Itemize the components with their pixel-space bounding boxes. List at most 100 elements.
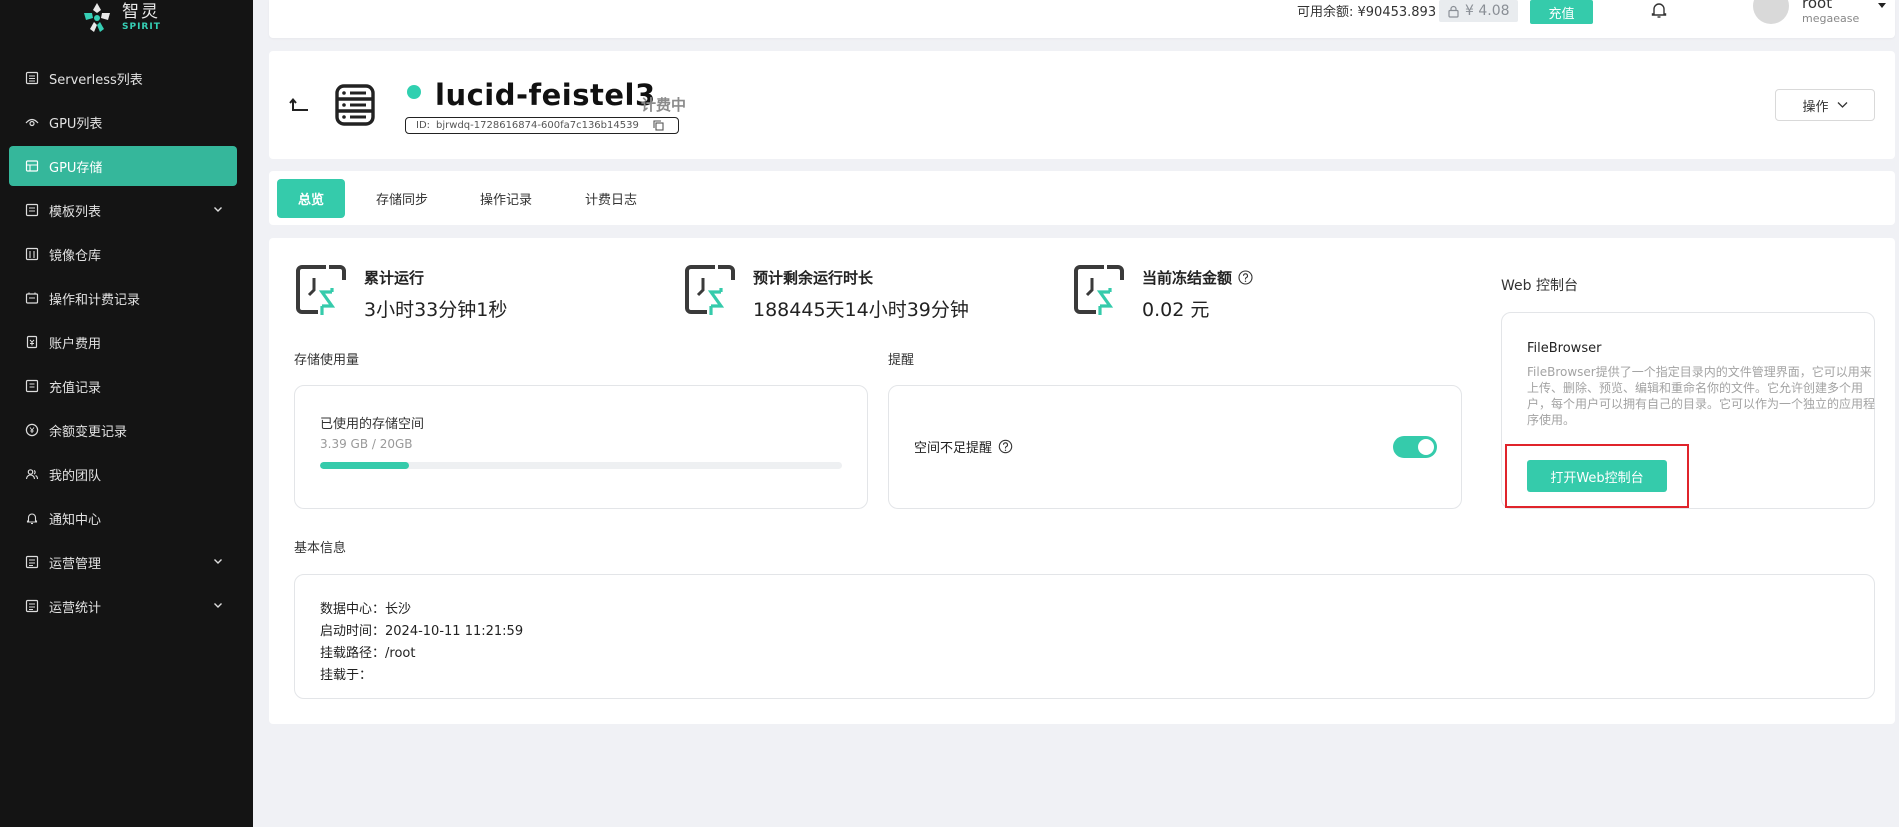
sidebar-item-my-team[interactable]: 我的团队 (9, 454, 237, 494)
storage-used-value: 3.39 GB / 20GB (320, 437, 413, 451)
status-dot (407, 85, 421, 99)
avatar[interactable] (1753, 0, 1789, 24)
sidebar-item-label: GPU列表 (49, 116, 103, 132)
ops-icon (25, 555, 39, 569)
web-console-title: Web 控制台 (1501, 278, 1578, 294)
sidebar-item-label: 我的团队 (49, 468, 102, 484)
sidebar-item-gpu-list[interactable]: GPU列表 (9, 102, 237, 142)
sidebar-item-ops-billing[interactable]: 操作和计费记录 (9, 278, 237, 318)
sidebar-item-label: 通知中心 (49, 512, 102, 528)
info-key: 数据中心： (320, 602, 386, 617)
reminder-title: 提醒 (888, 353, 915, 368)
info-row-datacenter: 数据中心： 长沙 (320, 599, 523, 621)
frozen-amount-icon (1074, 265, 1124, 315)
sidebar-item-templates[interactable]: 模板列表 (9, 190, 237, 230)
recharge-button[interactable]: 充值 (1530, 0, 1593, 24)
info-key: 挂载路径： (320, 646, 386, 661)
logo[interactable]: 智灵 SPIRIT (80, 0, 161, 36)
toggle-knob (1418, 439, 1434, 455)
user-org: megaease (1802, 12, 1860, 25)
server-icon (335, 84, 375, 126)
tab-billing-log[interactable]: 计费日志 (576, 179, 646, 218)
image-repo-icon (25, 247, 39, 261)
tab-operation-records[interactable]: 操作记录 (471, 179, 541, 218)
sidebar-item-notifications[interactable]: 通知中心 (9, 498, 237, 538)
sidebar-item-label: 账户费用 (49, 336, 102, 352)
frozen-amount-badge: ¥ 4.08 (1439, 0, 1518, 22)
tab-bar: 总览 存储同步 操作记录 计费日志 (269, 171, 1895, 225)
filebrowser-description: FileBrowser提供了一个指定目录内的文件管理界面，它可以用来上传、删除、… (1527, 365, 1876, 427)
available-balance: 可用余额: ¥90453.893 (1297, 5, 1437, 20)
notification-bell-icon[interactable] (1649, 0, 1669, 20)
runtime-icon (296, 265, 346, 315)
template-icon (25, 203, 39, 217)
sidebar-item-gpu-storage[interactable]: GPU存储 (9, 146, 237, 186)
help-icon[interactable] (1238, 270, 1253, 285)
copy-icon[interactable] (653, 120, 664, 131)
lock-icon (1448, 5, 1459, 18)
storage-progress-bar (320, 462, 842, 469)
sidebar-item-label: 镜像仓库 (49, 248, 102, 264)
list-icon (25, 71, 39, 85)
low-space-reminder-toggle[interactable] (1393, 436, 1437, 458)
low-space-reminder: 空间不足提醒 (914, 437, 1013, 456)
sidebar-item-label: 运营管理 (49, 556, 102, 572)
tab-storage-sync[interactable]: 存储同步 (367, 179, 437, 218)
sidebar-item-label: GPU存储 (49, 160, 103, 176)
sidebar-item-ops-management[interactable]: 运营管理 (9, 542, 237, 582)
instance-name: lucid-feistel3 (435, 78, 656, 112)
sidebar-item-balance-changes[interactable]: 余额变更记录 (9, 410, 237, 450)
stat-label-text: 当前冻结金额 (1142, 269, 1233, 287)
chevron-down-icon (214, 207, 222, 212)
storage-usage-panel: 已使用的存储空间 3.39 GB / 20GB (294, 385, 868, 509)
stat-value: 0.02 元 (1142, 299, 1210, 321)
recharge-icon (25, 379, 39, 393)
sidebar-item-label: 运营统计 (49, 600, 102, 616)
reminder-panel: 空间不足提醒 (888, 385, 1462, 509)
storage-progress-fill (320, 462, 409, 469)
stat-frozen-amount: 当前冻结金额 0.02 元 (1074, 264, 1404, 321)
instance-state: 计费中 (641, 96, 687, 114)
stat-total-runtime: 累计运行 3小时33分钟1秒 (296, 264, 626, 321)
instance-id-label: ID: (416, 120, 431, 131)
actions-label: 操作 (1802, 99, 1829, 115)
stat-value: 3小时33分钟1秒 (364, 299, 508, 321)
storage-used-label: 已使用的存储空间 (320, 417, 425, 432)
sidebar-item-recharge-records[interactable]: 充值记录 (9, 366, 237, 406)
storage-icon (25, 160, 39, 172)
info-value: /root (385, 646, 416, 661)
sidebar-item-image-repo[interactable]: 镜像仓库 (9, 234, 237, 274)
help-icon[interactable] (998, 439, 1013, 454)
actions-dropdown[interactable]: 操作 (1775, 89, 1875, 121)
basic-info-list: 数据中心： 长沙 启动时间： 2024-10-11 11:21:59 挂载路径：/r… (320, 599, 523, 687)
caret-down-icon[interactable] (1877, 2, 1887, 10)
back-arrow-icon[interactable] (289, 93, 311, 115)
overview-panel: 累计运行 3小时33分钟1秒 预计剩余运行时长 188445天14小时39分钟 … (269, 238, 1895, 724)
stat-label: 当前冻结金额 (1142, 267, 1253, 288)
yen-icon (25, 423, 39, 437)
tab-overview[interactable]: 总览 (277, 179, 345, 218)
info-row-mounted-on: 挂载于： (320, 665, 523, 687)
instance-header: lucid-feistel3 计费中 ID: bjrwdq-1728616874… (269, 51, 1895, 159)
chevron-down-icon (214, 603, 222, 608)
info-value: 长沙 (385, 602, 412, 617)
sidebar-item-account-fees[interactable]: 账户费用 (9, 322, 237, 362)
stat-remaining-runtime: 预计剩余运行时长 188445天14小时39分钟 (685, 264, 1065, 321)
info-value: 2024-10-11 11:21:59 (385, 624, 524, 639)
bell-icon (26, 513, 38, 525)
instance-id: ID: bjrwdq-1728616874-600fa7c136b14539 (405, 117, 679, 134)
info-row-mount-path: 挂载路径：/root (320, 643, 523, 665)
stat-label: 预计剩余运行时长 (753, 267, 873, 288)
sidebar-item-label: Serverless列表 (49, 72, 143, 88)
stat-value: 188445天14小时39分钟 (753, 299, 969, 321)
gpu-icon (25, 118, 39, 127)
basic-info-panel: 数据中心： 长沙 启动时间： 2024-10-11 11:21:59 挂载路径：/r… (294, 574, 1875, 699)
chevron-down-icon (214, 559, 222, 564)
user-name[interactable]: root (1802, 0, 1832, 12)
record-icon (25, 292, 39, 304)
logo-name-cn: 智灵 (122, 2, 160, 22)
sidebar-item-ops-stats[interactable]: 运营统计 (9, 586, 237, 626)
bill-icon (26, 335, 38, 349)
sidebar-item-serverless[interactable]: Serverless列表 (9, 58, 237, 98)
open-web-console-button[interactable]: 打开Web控制台 (1527, 460, 1667, 492)
